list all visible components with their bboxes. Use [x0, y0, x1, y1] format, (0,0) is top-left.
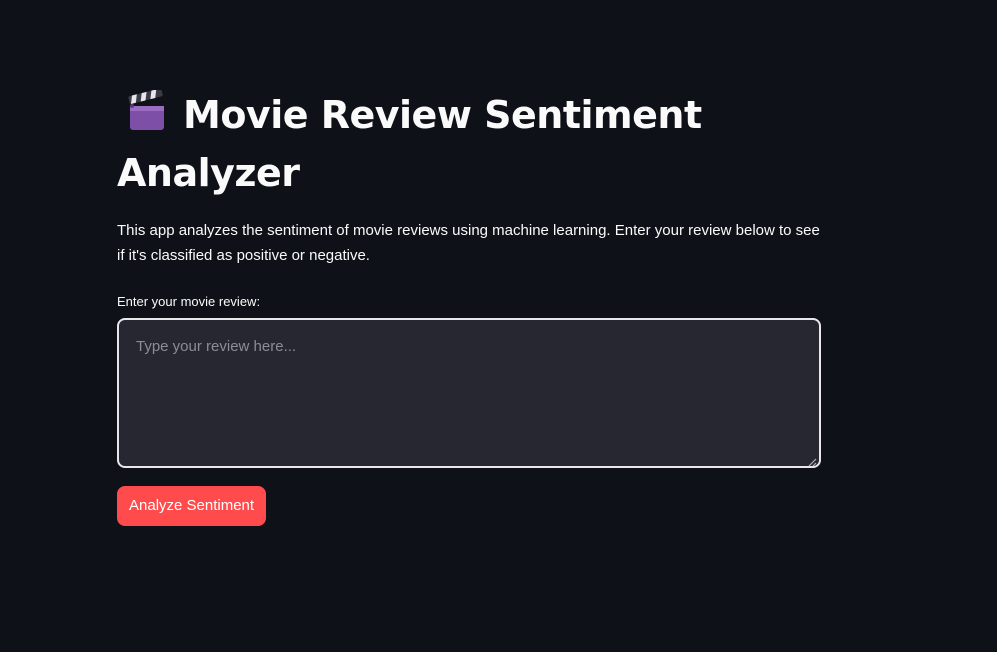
- app-description: This app analyzes the sentiment of movie…: [117, 222, 820, 264]
- main-content: Movie Review Sentiment Analyzer This app…: [117, 88, 821, 526]
- review-input-label: Enter your movie review:: [117, 294, 261, 309]
- page-title: Movie Review Sentiment Analyzer: [117, 88, 821, 200]
- review-textarea-container: [117, 318, 821, 468]
- page-title-text: Movie Review Sentiment Analyzer: [117, 93, 702, 195]
- clapperboard-icon: [127, 88, 167, 146]
- review-textarea[interactable]: [119, 320, 819, 466]
- resize-handle-icon[interactable]: [807, 454, 817, 467]
- analyze-sentiment-button[interactable]: Analyze Sentiment: [117, 486, 267, 526]
